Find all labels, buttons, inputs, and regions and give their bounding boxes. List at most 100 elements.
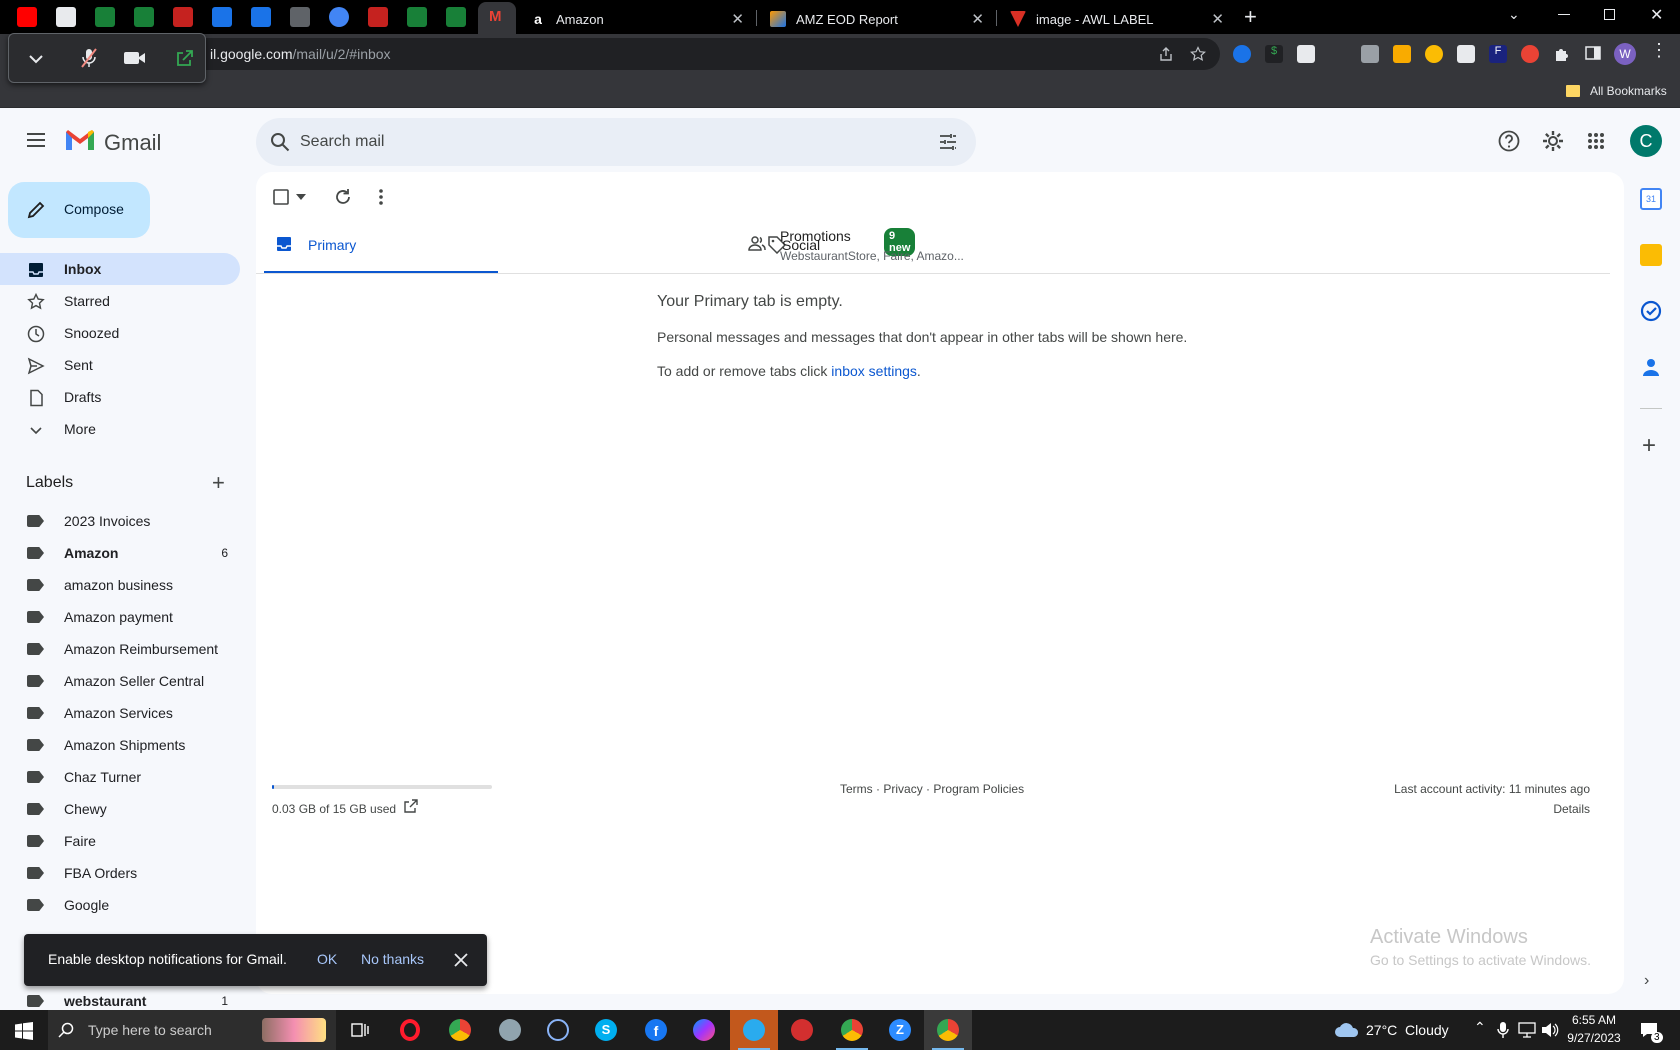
label-item[interactable]: Amazon Reimbursement [0, 633, 240, 665]
taskbar-app-chrome[interactable] [924, 1010, 972, 1050]
sheets-pinned-tab[interactable] [95, 7, 115, 27]
nav-item-inbox[interactable]: Inbox [0, 253, 240, 285]
camera-icon[interactable] [123, 49, 147, 67]
account-avatar[interactable]: C [1630, 125, 1662, 157]
select-all-checkbox[interactable] [273, 189, 289, 205]
inbox-settings-link[interactable]: inbox settings [831, 363, 917, 379]
browser-tab[interactable]: image - AWL LABEL ✕ [1000, 4, 1232, 34]
privacy-link[interactable]: Privacy [883, 782, 922, 796]
windows-start-icon[interactable] [15, 1022, 33, 1040]
label-item[interactable]: Faire [0, 825, 240, 857]
search-options-icon[interactable] [938, 132, 958, 152]
search-input[interactable]: Search mail [300, 133, 384, 151]
taskbar-app-chrome[interactable] [436, 1010, 484, 1050]
pinned-tab[interactable] [329, 7, 349, 27]
taskbar-app-zoom[interactable]: Z [876, 1010, 924, 1050]
close-tab-icon[interactable]: ✕ [971, 10, 984, 28]
apps-grid-icon[interactable] [1587, 132, 1605, 150]
compose-button[interactable]: Compose [8, 182, 150, 238]
label-item[interactable]: Amazon Services [0, 697, 240, 729]
open-external-icon[interactable] [404, 799, 418, 813]
search-icon[interactable] [270, 132, 290, 152]
close-window-button[interactable]: ✕ [1650, 5, 1663, 25]
nav-item-snoozed[interactable]: Snoozed [0, 317, 240, 349]
get-addons-button[interactable]: + [1642, 432, 1656, 460]
taskbar-search[interactable]: Type here to search [48, 1010, 336, 1050]
nav-item-starred[interactable]: Starred [0, 285, 240, 317]
clock-time[interactable]: 6:55 AM [1564, 1013, 1624, 1027]
nav-item-more[interactable]: More [0, 413, 240, 445]
toast-ok-button[interactable]: OK [317, 951, 337, 967]
toast-no-thanks-button[interactable]: No thanks [361, 951, 424, 967]
help-icon[interactable] [1498, 130, 1520, 152]
extension-icon[interactable] [1297, 45, 1315, 63]
all-bookmarks-button[interactable]: All Bookmarks [1590, 84, 1667, 98]
extension-icon[interactable] [1361, 45, 1379, 63]
clock-date[interactable]: 9/27/2023 [1564, 1031, 1624, 1045]
label-item[interactable]: FBA Orders [0, 857, 240, 889]
sheets-pinned-tab[interactable] [446, 7, 466, 27]
tasks-icon[interactable] [1640, 300, 1662, 322]
label-item[interactable]: Amazon Shipments [0, 729, 240, 761]
address-bar[interactable]: il.google.com/mail/u/2/#inbox [180, 38, 1220, 70]
restore-button[interactable] [1604, 9, 1615, 20]
tab-promotions[interactable]: Promotions 9 new WebstaurantStore, Faire… [498, 222, 964, 274]
taskbar-app[interactable] [778, 1010, 826, 1050]
label-item[interactable]: Amazon 6 [0, 537, 240, 569]
main-menu-icon[interactable] [26, 132, 46, 148]
terms-link[interactable]: Terms [840, 782, 873, 796]
extension-icon[interactable] [1233, 45, 1251, 63]
close-tab-icon[interactable]: ✕ [1211, 10, 1224, 28]
extension-icon[interactable] [1393, 45, 1411, 63]
youtube-pinned-tab[interactable] [17, 7, 37, 27]
minimize-button[interactable] [1558, 14, 1570, 15]
taskbar-app-facebook[interactable]: f [632, 1010, 680, 1050]
calendar-icon[interactable]: 31 [1640, 188, 1662, 210]
volume-icon[interactable] [1541, 1022, 1559, 1038]
extension-icon[interactable]: F [1489, 45, 1507, 63]
taskbar-app[interactable] [486, 1010, 534, 1050]
qr-code-icon[interactable] [1457, 45, 1475, 63]
label-item[interactable]: Chewy [0, 793, 240, 825]
extension-icon[interactable] [1329, 45, 1347, 63]
tab-primary[interactable]: Primary [264, 222, 498, 274]
search-bar[interactable]: Search mail [256, 118, 976, 166]
bookmark-star-icon[interactable] [1190, 46, 1206, 62]
tab-social[interactable]: Social [748, 222, 998, 274]
settings-gear-icon[interactable] [1542, 130, 1564, 152]
label-item[interactable]: 2023 Invoices [0, 505, 240, 537]
weather-text[interactable]: 27°C Cloudy [1366, 1022, 1449, 1038]
keep-icon[interactable] [1640, 244, 1662, 266]
share-icon[interactable] [1158, 46, 1174, 62]
close-tab-icon[interactable]: ✕ [731, 10, 744, 28]
pinned-tab[interactable] [290, 7, 310, 27]
label-item[interactable]: Amazon Seller Central [0, 665, 240, 697]
extension-icon[interactable] [1521, 45, 1539, 63]
more-options-icon[interactable] [378, 188, 384, 206]
extension-icon[interactable] [1425, 45, 1443, 63]
refresh-icon[interactable] [334, 188, 352, 206]
taskbar-app-clock[interactable] [534, 1010, 582, 1050]
taskbar-app-chrome[interactable] [828, 1010, 876, 1050]
taskbar-app-skype[interactable]: S [582, 1010, 630, 1050]
label-item[interactable]: amazon business [0, 569, 240, 601]
program-policies-link[interactable]: Program Policies [933, 782, 1024, 796]
microphone-icon[interactable] [1497, 1021, 1509, 1039]
pinned-tab[interactable] [251, 7, 271, 27]
extensions-puzzle-icon[interactable] [1553, 45, 1571, 63]
nav-item-sent[interactable]: Sent [0, 349, 240, 381]
taskbar-app-messenger[interactable] [680, 1010, 728, 1050]
pinned-tab[interactable] [173, 7, 193, 27]
profile-avatar[interactable]: W [1614, 43, 1636, 65]
taskbar-app-opera[interactable] [386, 1010, 434, 1050]
label-item[interactable]: Chaz Turner [0, 761, 240, 793]
contacts-icon[interactable] [1640, 356, 1662, 378]
sheets-pinned-tab[interactable] [134, 7, 154, 27]
label-item[interactable]: Amazon payment [0, 601, 240, 633]
task-view-icon[interactable] [351, 1021, 369, 1039]
gmail-active-tab[interactable]: M [478, 2, 516, 34]
open-external-icon[interactable] [175, 48, 195, 68]
new-tab-button[interactable]: + [1244, 4, 1257, 30]
chevron-down-icon[interactable] [28, 51, 44, 67]
pinned-tab[interactable] [368, 7, 388, 27]
